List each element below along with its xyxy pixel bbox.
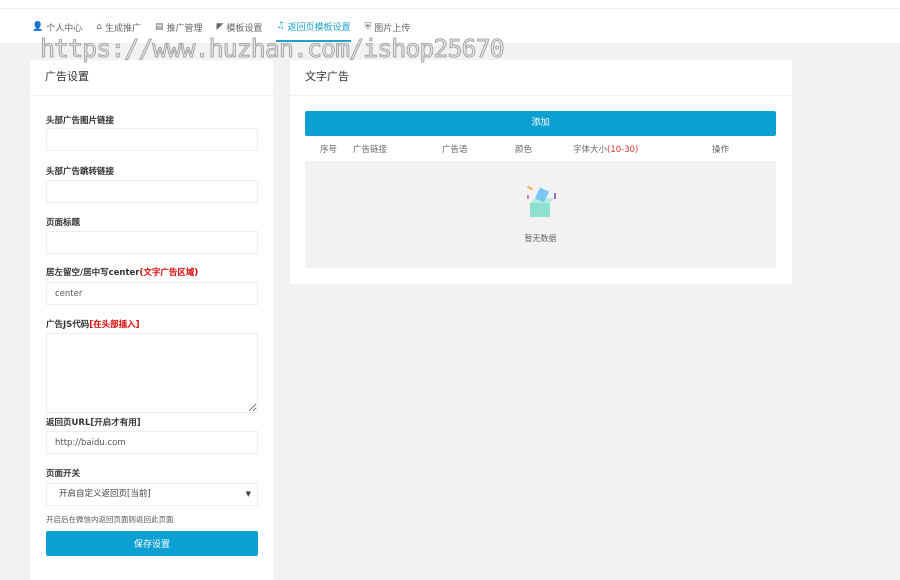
empty-box-icon bbox=[526, 185, 556, 217]
col-link: 广告链接 bbox=[353, 145, 388, 155]
home-icon: ⌂ bbox=[96, 22, 102, 32]
col-index: 序号 bbox=[320, 145, 338, 155]
switch-help-text: 开启后在微信内返回页面则返回此页面 bbox=[46, 515, 174, 524]
page-switch-select[interactable]: 开启自定义返回页[当前] ▼ bbox=[46, 483, 258, 506]
empty-text: 暂无数据 bbox=[524, 234, 557, 243]
nav-promo-manage[interactable]: ▤ 推广管理 bbox=[155, 20, 203, 34]
shield-icon: ⛨ bbox=[364, 22, 372, 32]
page-title-input[interactable] bbox=[46, 231, 258, 254]
js-code-textarea[interactable] bbox=[46, 333, 258, 413]
nav-personal-center[interactable]: 👤 个人中心 bbox=[32, 20, 82, 34]
nav-image-upload[interactable]: ⛨ 图片上传 bbox=[365, 20, 411, 34]
leaf-icon: ◤ bbox=[216, 22, 224, 32]
header-link-label: 头部广告跳转链接 bbox=[46, 167, 115, 177]
save-button[interactable]: 保存设置 bbox=[46, 531, 258, 556]
top-bar: 👤 个人中心 ⌂ 生成推广 ▤ 推广管理 ◤ 模板设置 ♫ 返回页模板设置 ⛨ 图片上传 bbox=[0, 0, 900, 43]
header-img-label: 头部广告图片链接 bbox=[46, 116, 115, 126]
nav-generate-promo[interactable]: ⌂ 生成推广 bbox=[96, 20, 141, 34]
add-button[interactable]: 添加 bbox=[305, 111, 776, 136]
list-icon: ▤ bbox=[154, 22, 164, 32]
col-slogan: 广告语 bbox=[442, 145, 468, 155]
panel-title: 文字广告 bbox=[290, 60, 792, 96]
return-url-label: 返回页URL[开启才有用] bbox=[46, 418, 141, 428]
align-input[interactable] bbox=[46, 282, 258, 305]
bell-icon: ♫ bbox=[276, 21, 285, 31]
nav-return-template-settings[interactable]: ♫ 返回页模板设置 bbox=[276, 20, 351, 42]
panel-title: 广告设置 bbox=[30, 60, 273, 96]
header-img-input[interactable] bbox=[46, 128, 258, 151]
ad-settings-panel: 广告设置 头部广告图片链接 头部广告跳转链接 页面标题 居左留空/居中写cent… bbox=[30, 60, 273, 580]
table-header: 序号 广告链接 广告语 颜色 字体大小(10-30) 操作 bbox=[305, 143, 776, 161]
header-link-input[interactable] bbox=[46, 180, 258, 203]
user-icon: 👤 bbox=[32, 22, 44, 32]
switch-label: 页面开关 bbox=[46, 469, 81, 479]
divider bbox=[0, 8, 900, 9]
js-label: 广告JS代码[在头部插入] bbox=[46, 320, 140, 330]
empty-state: 暂无数据 bbox=[305, 161, 776, 268]
col-color: 颜色 bbox=[515, 145, 533, 155]
col-actions: 操作 bbox=[712, 145, 730, 155]
nav-template-settings[interactable]: ◤ 模板设置 bbox=[217, 20, 263, 34]
align-label: 居左留空/居中写center(文字广告区域) bbox=[46, 268, 199, 278]
return-url-input[interactable] bbox=[46, 431, 258, 454]
page-title-label: 页面标题 bbox=[46, 218, 81, 228]
text-ad-panel: 文字广告 添加 序号 广告链接 广告语 颜色 字体大小(10-30) 操作 暂无… bbox=[290, 60, 792, 284]
main-nav: 👤 个人中心 ⌂ 生成推广 ▤ 推广管理 ◤ 模板设置 ♫ 返回页模板设置 ⛨ 图片上传 bbox=[32, 20, 410, 42]
col-font-size: 字体大小(10-30) bbox=[573, 145, 639, 155]
dropdown-arrow-icon: ▼ bbox=[245, 490, 251, 498]
